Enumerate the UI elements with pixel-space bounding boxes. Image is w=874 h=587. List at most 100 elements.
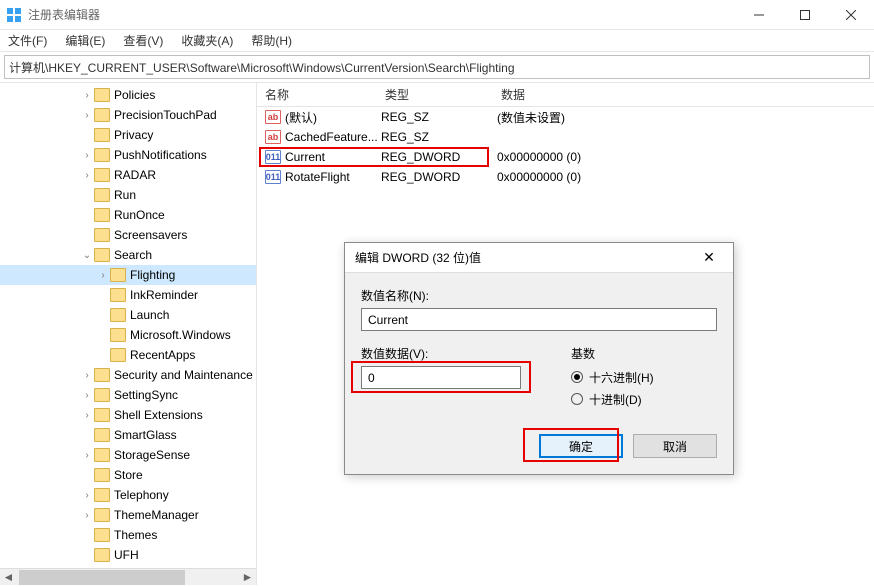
tree-item-label: Privacy — [114, 128, 153, 142]
maximize-button[interactable] — [782, 0, 828, 30]
edit-dword-dialog: 编辑 DWORD (32 位)值 ✕ 数值名称(N): 数值数据(V): 基数 … — [344, 242, 734, 475]
tree-item-microsoft-windows[interactable]: Microsoft.Windows — [0, 325, 256, 345]
tree-item-telephony[interactable]: ›Telephony — [0, 485, 256, 505]
column-name[interactable]: 名称 — [257, 86, 377, 103]
tree-item-privacy[interactable]: Privacy — [0, 125, 256, 145]
scroll-left-icon[interactable]: ◄ — [0, 569, 17, 586]
tree-item-policies[interactable]: › Policies — [0, 85, 256, 105]
tree-item-inkreminder[interactable]: InkReminder — [0, 285, 256, 305]
column-type[interactable]: 类型 — [377, 86, 493, 103]
folder-icon — [94, 148, 110, 162]
tree-item-thememanager[interactable]: ›ThemeManager — [0, 505, 256, 525]
value-row[interactable]: 011RotateFlightREG_DWORD0x00000000 (0) — [257, 167, 874, 187]
tree-item-label: PushNotifications — [114, 148, 207, 162]
tree-horizontal-scrollbar[interactable]: ◄ ► — [0, 568, 256, 585]
value-data-label: 数值数据(V): — [361, 345, 541, 362]
tree-item-security-and-maintenance[interactable]: › Security and Maintenance — [0, 365, 256, 385]
regedit-icon — [6, 7, 22, 23]
menu-view[interactable]: 查看(V) — [121, 30, 165, 51]
folder-icon — [110, 268, 126, 282]
dialog-close-button[interactable]: ✕ — [695, 249, 723, 266]
chevron-right-icon[interactable]: › — [80, 370, 94, 381]
folder-icon — [94, 248, 110, 262]
tree-item-settingsync[interactable]: ›SettingSync — [0, 385, 256, 405]
menu-edit[interactable]: 编辑(E) — [63, 30, 107, 51]
value-row[interactable]: ab(默认)REG_SZ(数值未设置) — [257, 107, 874, 127]
folder-icon — [94, 88, 110, 102]
address-text: 计算机\HKEY_CURRENT_USER\Software\Microsoft… — [9, 59, 515, 76]
tree-item-search[interactable]: ⌄Search — [0, 245, 256, 265]
chevron-right-icon[interactable]: › — [80, 490, 94, 501]
tree-item-label: SmartGlass — [114, 428, 177, 442]
folder-icon — [94, 468, 110, 482]
folder-icon — [94, 368, 110, 382]
tree-item-runonce[interactable]: RunOnce — [0, 205, 256, 225]
radix-hex-label: 十六进制(H) — [589, 369, 654, 386]
menu-file[interactable]: 文件(F) — [6, 30, 49, 51]
menu-help[interactable]: 帮助(H) — [249, 30, 294, 51]
tree-item-label: Security and Maintenance — [114, 368, 253, 382]
scroll-right-icon[interactable]: ► — [239, 569, 256, 586]
tree-item-precisiontouchpad[interactable]: ›PrecisionTouchPad — [0, 105, 256, 125]
scroll-thumb[interactable] — [19, 570, 185, 585]
tree-item-shell-extensions[interactable]: › Shell Extensions — [0, 405, 256, 425]
value-data-input[interactable] — [361, 366, 521, 389]
cancel-button[interactable]: 取消 — [633, 434, 717, 458]
tree-item-label: Shell Extensions — [114, 408, 203, 422]
tree-item-ufh[interactable]: UFH — [0, 545, 256, 565]
tree-item-screensavers[interactable]: Screensavers — [0, 225, 256, 245]
chevron-right-icon[interactable]: › — [80, 390, 94, 401]
radio-unchecked-icon — [571, 393, 583, 405]
chevron-right-icon[interactable]: › — [80, 150, 94, 161]
minimize-button[interactable] — [736, 0, 782, 30]
value-name-input[interactable] — [361, 308, 717, 331]
tree-item-flighting[interactable]: ›Flighting — [0, 265, 256, 285]
tree-item-store[interactable]: Store — [0, 465, 256, 485]
tree-item-label: Policies — [114, 88, 155, 102]
column-data[interactable]: 数据 — [493, 86, 874, 103]
value-name: Current — [285, 150, 381, 164]
chevron-right-icon[interactable]: › — [80, 410, 94, 421]
dword-value-icon: 011 — [265, 150, 281, 164]
tree-item-run[interactable]: Run — [0, 185, 256, 205]
base-label: 基数 — [571, 345, 717, 362]
value-row[interactable]: abCachedFeature...REG_SZ — [257, 127, 874, 147]
value-name: (默认) — [285, 109, 381, 126]
tree-item-storagesense[interactable]: › StorageSense — [0, 445, 256, 465]
dialog-title: 编辑 DWORD (32 位)值 — [355, 249, 695, 266]
value-row[interactable]: 011CurrentREG_DWORD0x00000000 (0) — [257, 147, 874, 167]
chevron-right-icon[interactable]: › — [80, 90, 94, 101]
tree-item-recentapps[interactable]: RecentApps — [0, 345, 256, 365]
tree-item-themes[interactable]: Themes — [0, 525, 256, 545]
chevron-right-icon[interactable]: › — [80, 170, 94, 181]
tree-item-launch[interactable]: Launch — [0, 305, 256, 325]
title-bar: 注册表编辑器 — [0, 0, 874, 30]
tree-item-radar[interactable]: ›RADAR — [0, 165, 256, 185]
chevron-right-icon[interactable]: › — [80, 510, 94, 521]
folder-icon — [94, 548, 110, 562]
value-name: CachedFeature... — [285, 130, 381, 144]
close-button[interactable] — [828, 0, 874, 30]
chevron-right-icon[interactable]: › — [96, 270, 110, 281]
chevron-right-icon[interactable]: › — [80, 450, 94, 461]
tree-item-label: StorageSense — [114, 448, 190, 462]
radix-dec-option[interactable]: 十进制(D) — [571, 388, 717, 410]
address-bar[interactable]: 计算机\HKEY_CURRENT_USER\Software\Microsoft… — [4, 55, 870, 79]
menu-bar: 文件(F) 编辑(E) 查看(V) 收藏夹(A) 帮助(H) — [0, 30, 874, 52]
tree-item-smartglass[interactable]: SmartGlass — [0, 425, 256, 445]
ok-button[interactable]: 确定 — [539, 434, 623, 458]
chevron-right-icon[interactable]: › — [80, 110, 94, 121]
folder-icon — [110, 348, 126, 362]
menu-favorites[interactable]: 收藏夹(A) — [179, 30, 235, 51]
folder-icon — [94, 168, 110, 182]
folder-icon — [94, 448, 110, 462]
tree-item-label: Store — [114, 468, 143, 482]
chevron-down-icon[interactable]: ⌄ — [80, 250, 94, 261]
radix-hex-option[interactable]: 十六进制(H) — [571, 366, 717, 388]
window-title: 注册表编辑器 — [28, 6, 736, 23]
folder-icon — [94, 528, 110, 542]
folder-icon — [110, 308, 126, 322]
folder-icon — [94, 388, 110, 402]
value-type: REG_DWORD — [381, 150, 497, 164]
tree-item-pushnotifications[interactable]: › PushNotifications — [0, 145, 256, 165]
